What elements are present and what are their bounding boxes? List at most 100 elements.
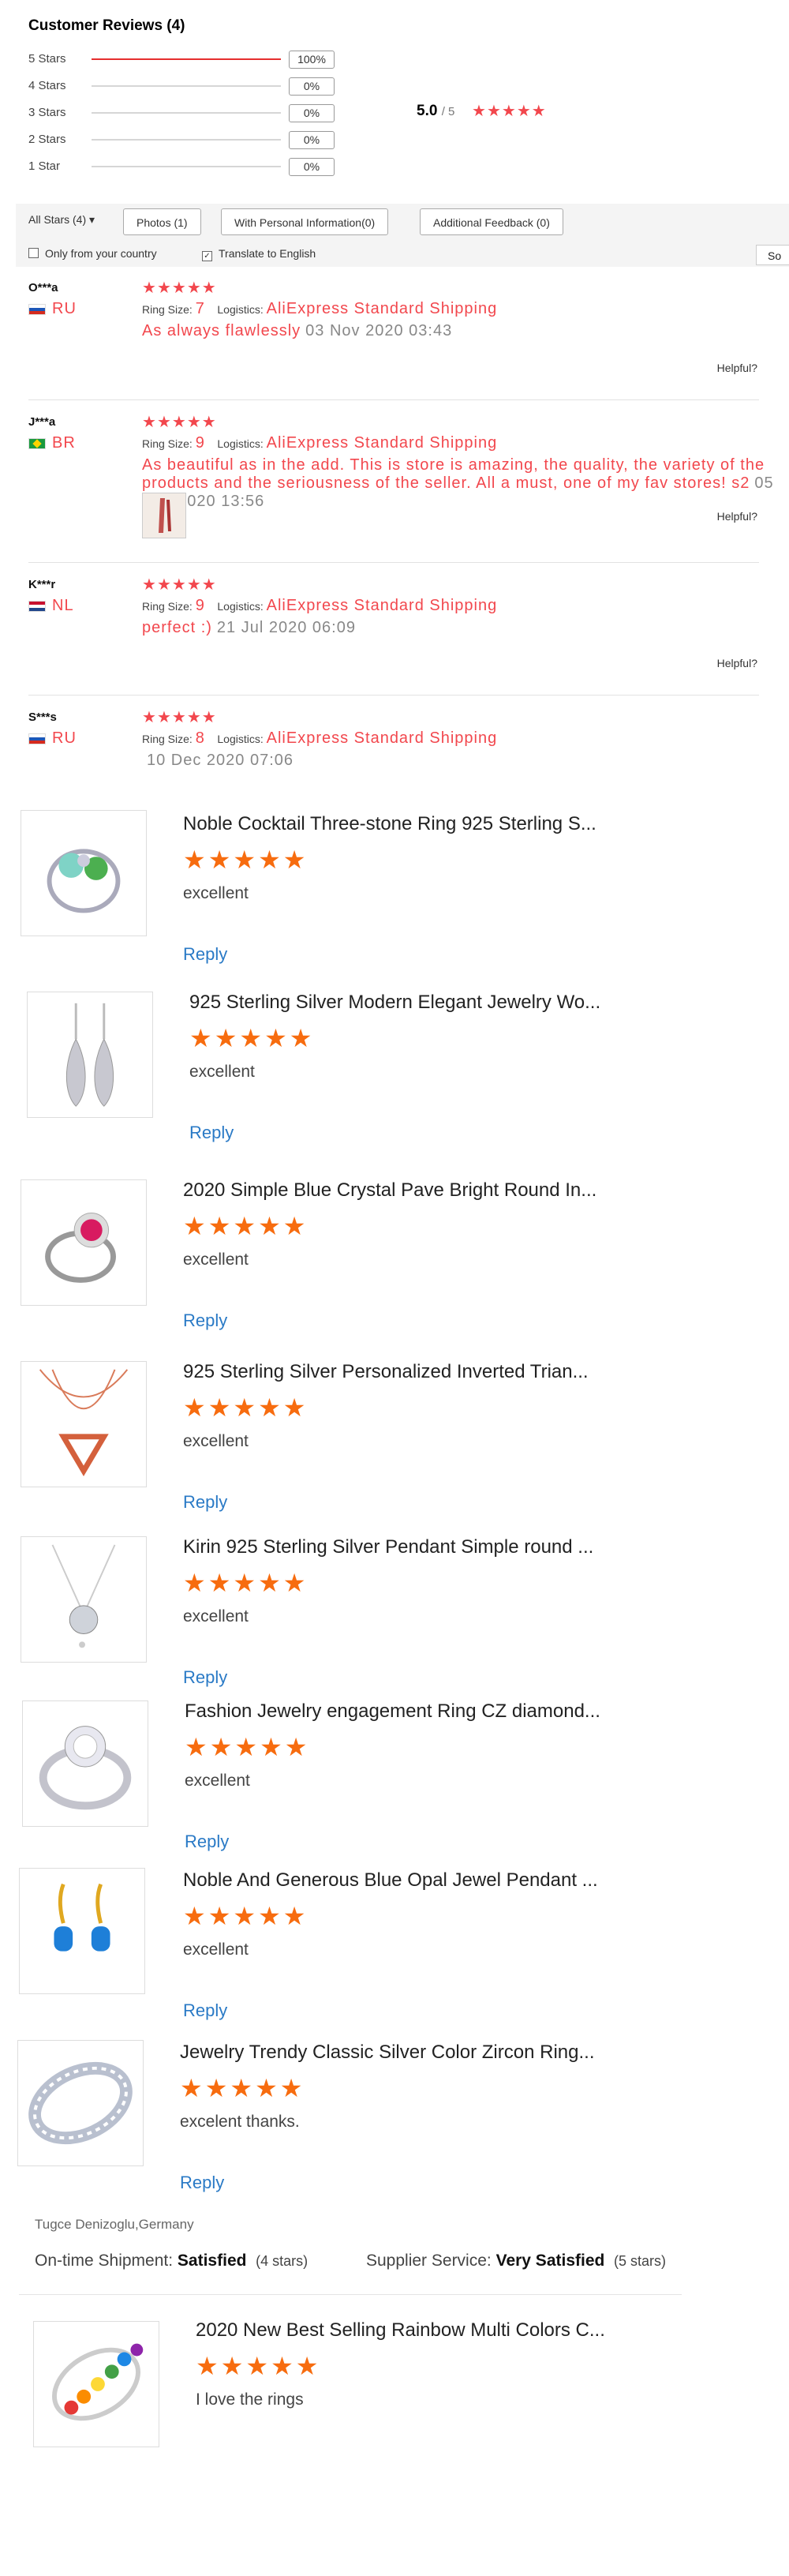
star-icon: ★: [196, 2352, 221, 2380]
star-icon: ★: [230, 2074, 256, 2102]
star-icon: ★: [185, 1733, 210, 1761]
reply-link[interactable]: Reply: [185, 1832, 229, 1852]
ring-three-stone-icon: [47, 849, 121, 913]
star-icon: ★: [501, 103, 517, 120]
star-icon: ★: [258, 1212, 283, 1240]
product-image[interactable]: [21, 810, 147, 936]
reply-link[interactable]: Reply: [183, 2000, 227, 2021]
star-icon: ★: [186, 279, 202, 297]
star-icon: ★: [284, 1733, 310, 1761]
star-icon: ★: [208, 1569, 234, 1597]
star-icon: ★: [295, 2352, 321, 2380]
star-icon: ★: [233, 1212, 259, 1240]
sort-dropdown[interactable]: So: [756, 245, 789, 265]
product-image[interactable]: [27, 992, 153, 1118]
product-review-text: I love the rings: [196, 2390, 304, 2409]
product-review-text: excellent: [189, 1063, 255, 1081]
star-icon: ★: [264, 1024, 290, 1052]
reviewer-country: RU: [28, 729, 77, 748]
product-review-text: excellent: [183, 884, 249, 902]
product-stars: ★★★★★: [183, 1211, 308, 1241]
star-icon: ★: [472, 103, 487, 120]
star-icon: ★: [156, 414, 172, 431]
star-icon: ★: [486, 103, 502, 120]
star-icon: ★: [201, 709, 217, 726]
product-stars: ★★★★★: [183, 1393, 308, 1423]
helpful-button[interactable]: Helpful?: [717, 362, 757, 374]
histogram-percent: 0%: [289, 104, 335, 122]
star-icon: ★: [183, 1902, 208, 1930]
eternity-ring-icon: [28, 2061, 133, 2145]
histogram-bar: [92, 58, 281, 60]
product-stars: ★★★★★: [185, 1732, 309, 1762]
review-text: 10 Dec 2020 07:06: [142, 752, 787, 770]
product-review-text: excelent thanks.: [180, 2113, 300, 2131]
product-name[interactable]: Fashion Jewelry engagement Ring CZ diamo…: [185, 1700, 600, 1723]
reply-link[interactable]: Reply: [183, 1310, 227, 1331]
helpful-button[interactable]: Helpful?: [717, 510, 757, 523]
review-photo[interactable]: [142, 493, 186, 538]
star-icon: ★: [239, 1024, 265, 1052]
photos-filter-button[interactable]: Photos (1): [123, 208, 201, 235]
product-image[interactable]: [33, 2321, 159, 2447]
product-image[interactable]: [19, 1868, 145, 1994]
product-review-text: excellent: [183, 1607, 249, 1625]
star-icon: ★: [171, 414, 187, 431]
star-icon: ★: [258, 846, 283, 874]
product-image[interactable]: [17, 2040, 144, 2166]
product-image[interactable]: [21, 1361, 147, 1487]
histogram-label: 2 Stars: [28, 133, 66, 146]
star-icon: ★: [531, 103, 547, 120]
product-name[interactable]: Noble And Generous Blue Opal Jewel Penda…: [183, 1869, 598, 1892]
checkbox-icon[interactable]: [28, 248, 39, 258]
drop-earrings-icon: [65, 1003, 114, 1107]
histogram-bar: [92, 85, 281, 87]
translate-label: Translate to English: [219, 247, 316, 260]
product-name[interactable]: Jewelry Trendy Classic Silver Color Zirc…: [180, 2042, 594, 2064]
histogram-bar: [92, 166, 281, 167]
star-icon: ★: [180, 2074, 205, 2102]
product-name[interactable]: 2020 Simple Blue Crystal Pave Bright Rou…: [183, 1179, 596, 1202]
product-image[interactable]: [21, 1536, 147, 1663]
checkmark-icon[interactable]: ✓: [202, 251, 212, 261]
product-name[interactable]: 925 Sterling Silver Modern Elegant Jewel…: [189, 992, 600, 1014]
star-icon: ★: [201, 576, 217, 594]
divider: [28, 562, 759, 563]
reply-link[interactable]: Reply: [183, 1667, 227, 1688]
product-name[interactable]: 925 Sterling Silver Personalized Inverte…: [183, 1361, 589, 1383]
star-icon: ★: [171, 279, 187, 297]
product-stars: ★★★★★: [183, 1901, 308, 1931]
star-icon: ★: [201, 279, 217, 297]
review-date: 03 Nov 2020 03:43: [305, 322, 453, 339]
product-name[interactable]: Kirin 925 Sterling Silver Pendant Simple…: [183, 1536, 593, 1558]
product-name[interactable]: 2020 New Best Selling Rainbow Multi Colo…: [196, 2319, 605, 2342]
star-icon: ★: [245, 2352, 271, 2380]
product-image[interactable]: [21, 1179, 147, 1306]
reply-link[interactable]: Reply: [180, 2173, 224, 2193]
personal-info-filter-button[interactable]: With Personal Information(0): [221, 208, 389, 235]
review-meta: Ring Size: 9 Logistics: AliExpress Stand…: [142, 597, 498, 614]
product-name[interactable]: Noble Cocktail Three-stone Ring 925 Ster…: [183, 813, 596, 835]
helpful-button[interactable]: Helpful?: [717, 657, 757, 669]
product-review-text: excellent: [185, 1772, 250, 1790]
histogram-row: 3 Stars 0%: [28, 104, 344, 123]
rainbow-ring-icon: [52, 2343, 144, 2421]
star-icon: ★: [233, 1569, 259, 1597]
star-filter-dropdown[interactable]: All Stars (4) ▾: [28, 213, 95, 227]
service-rating: Supplier Service: Very Satisfied (5 star…: [366, 2252, 667, 2270]
histogram-fill: [92, 58, 281, 60]
additional-feedback-filter-button[interactable]: Additional Feedback (0): [420, 208, 563, 235]
star-icon: ★: [233, 1902, 259, 1930]
reviewer-name: S***s: [28, 711, 57, 724]
histogram-row: 5 Stars 100%: [28, 51, 344, 69]
reply-link[interactable]: Reply: [183, 944, 227, 965]
star-icon: ★: [255, 2074, 280, 2102]
star-icon: ★: [208, 1393, 234, 1422]
reply-link[interactable]: Reply: [189, 1123, 234, 1143]
reply-link[interactable]: Reply: [183, 1492, 227, 1513]
translate-checkbox[interactable]: ✓ Translate to English: [202, 247, 316, 261]
only-country-checkbox[interactable]: Only from your country: [28, 247, 157, 260]
review-meta: Ring Size: 7 Logistics: AliExpress Stand…: [142, 300, 498, 317]
product-image[interactable]: [22, 1700, 148, 1827]
average-stars: ★★★★★: [472, 101, 547, 121]
